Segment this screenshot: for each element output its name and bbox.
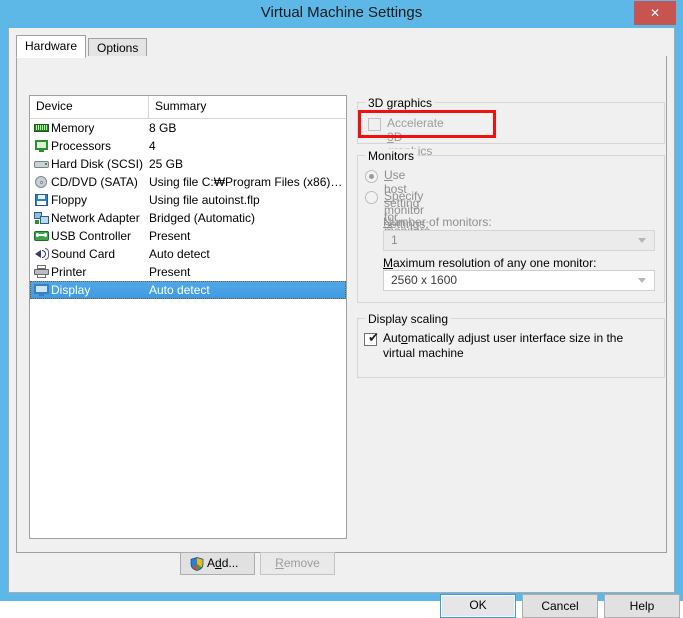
device-name: CD/DVD (SATA) — [51, 175, 138, 189]
remove-label: emove — [283, 556, 320, 570]
device-name: Floppy — [51, 193, 88, 207]
hard-disk-icon — [34, 157, 49, 171]
radio-use-host-setting[interactable] — [365, 170, 378, 183]
ok-button[interactable]: OK — [440, 594, 516, 618]
tabstrip: Hardware Options — [16, 35, 667, 58]
floppy-icon — [34, 193, 49, 207]
table-row[interactable]: Network Adapter Bridged (Automatic) — [30, 209, 346, 227]
tab-options[interactable]: Options — [88, 38, 148, 57]
help-button[interactable]: Help — [604, 594, 680, 618]
device-summary: Using file autoinst.flp — [149, 193, 260, 207]
table-row[interactable]: CD/DVD (SATA) Using file C:₩Program File… — [30, 173, 346, 191]
sound-card-icon — [34, 247, 49, 261]
shield-icon — [190, 557, 204, 571]
column-header-summary[interactable]: Summary — [148, 96, 346, 118]
device-name: Processors — [51, 139, 112, 153]
device-summary: Present — [149, 265, 191, 279]
device-summary: Auto detect — [149, 283, 210, 297]
device-summary: 4 — [149, 139, 156, 153]
column-header-device[interactable]: Device — [30, 96, 148, 118]
add-device-label: Add... — [207, 556, 239, 570]
device-summary: 8 GB — [149, 121, 177, 135]
radio-specify-monitor-settings[interactable] — [365, 191, 378, 204]
device-name: Hard Disk (SCSI) — [51, 157, 144, 171]
chevron-down-icon — [638, 278, 646, 283]
auto-adjust-ui-size-checkbox[interactable]: ✔ — [364, 331, 379, 346]
maximum-resolution-value: 2560 x 1600 — [391, 273, 458, 287]
maximum-resolution-label: Maximum resolution of any one monitor: — [383, 256, 597, 270]
close-button[interactable]: ✕ — [634, 1, 676, 25]
table-row[interactable]: Hard Disk (SCSI) 25 GB — [30, 155, 346, 173]
number-of-monitors-label: Number of monitors: — [383, 215, 492, 229]
device-name: Memory — [51, 121, 95, 135]
chevron-down-icon — [638, 238, 646, 243]
checkmark-icon: ✔ — [368, 331, 379, 346]
device-list-header: Device Summary — [30, 96, 346, 119]
virtual-machine-settings-dialog: Virtual Machine Settings ✕ Hardware Opti… — [0, 0, 683, 618]
cd-dvd-icon — [34, 175, 49, 189]
table-row[interactable]: Sound Card Auto detect — [30, 245, 346, 263]
number-of-monitors-value: 1 — [391, 233, 398, 247]
maximum-resolution-dropdown[interactable]: 2560 x 1600 — [383, 270, 655, 291]
device-name: USB Controller — [51, 229, 132, 243]
group-monitors-legend: Monitors — [365, 149, 418, 163]
group-display-scaling-legend: Display scaling — [365, 312, 452, 326]
device-summary: Bridged (Automatic) — [149, 211, 256, 225]
group-3d-graphics-legend: 3D graphics — [365, 96, 436, 110]
device-name: Sound Card — [51, 247, 116, 261]
table-row[interactable]: Processors 4 — [30, 137, 346, 155]
remove-device-button[interactable]: Remove — [260, 552, 335, 575]
device-summary: 25 GB — [149, 157, 184, 171]
device-summary: Using file C:₩Program Files (x86)… — [149, 175, 343, 189]
device-name: Printer — [51, 265, 87, 279]
usb-controller-icon — [34, 229, 49, 243]
network-adapter-icon — [34, 211, 49, 225]
device-summary: Present — [149, 229, 191, 243]
tab-hardware[interactable]: Hardware — [16, 35, 87, 58]
device-name: Display — [51, 283, 91, 297]
display-icon — [34, 283, 49, 297]
close-icon: ✕ — [649, 6, 661, 20]
number-of-monitors-dropdown[interactable]: 1 — [383, 230, 655, 251]
window-title: Virtual Machine Settings — [260, 4, 423, 21]
device-summary: Auto detect — [149, 247, 210, 261]
table-row[interactable]: Memory 8 GB — [30, 119, 346, 137]
device-name: Network Adapter — [51, 211, 140, 225]
cancel-button[interactable]: Cancel — [522, 594, 598, 618]
dialog-client-area: Hardware Options Device Summary Memory 8… — [8, 28, 680, 618]
add-device-button[interactable]: Add... — [180, 552, 255, 575]
device-list[interactable]: Device Summary Memory 8 GB Processors 4 … — [29, 95, 347, 539]
titlebar: Virtual Machine Settings ✕ — [0, 0, 683, 28]
remove-accel: R — [275, 556, 284, 570]
table-row[interactable]: USB Controller Present — [30, 227, 346, 245]
memory-icon — [34, 121, 49, 135]
auto-adjust-ui-size-label: Automatically adjust user interface size… — [383, 331, 624, 360]
printer-icon — [34, 265, 49, 279]
table-row-selected[interactable]: Display Auto detect — [30, 281, 346, 299]
table-row[interactable]: Floppy Using file autoinst.flp — [30, 191, 346, 209]
table-row[interactable]: Printer Present — [30, 263, 346, 281]
accelerate-3d-graphics-checkbox[interactable] — [368, 118, 381, 131]
processors-icon — [34, 139, 49, 153]
